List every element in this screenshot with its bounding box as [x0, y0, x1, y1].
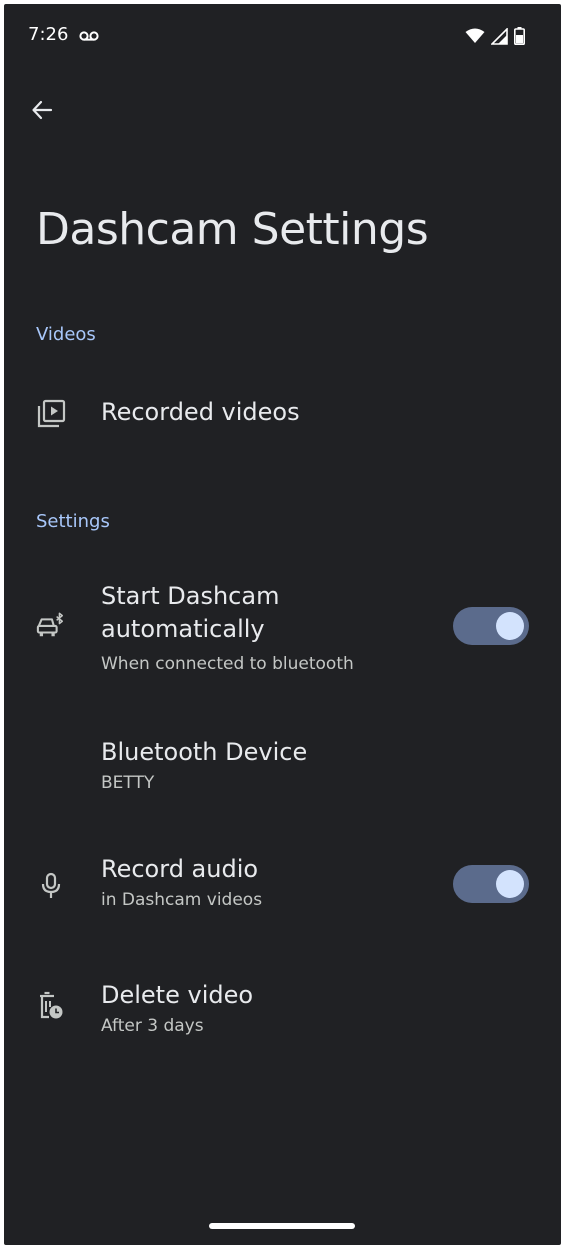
cell-signal-icon	[491, 27, 508, 45]
status-bar: 7:26	[4, 4, 561, 68]
voicemail-icon	[79, 31, 99, 41]
recorded-videos-item[interactable]: Recorded videos	[4, 382, 561, 446]
start-dashcam-subtitle: When connected to bluetooth	[101, 654, 354, 674]
start-dashcam-automatically-item[interactable]: Start Dashcam automatically When connect…	[4, 575, 561, 675]
screen: 7:26 Dashcam Settings Videos Recorded vi…	[4, 4, 561, 1245]
bluetooth-device-item[interactable]: Bluetooth Device BETTY	[4, 732, 561, 804]
microphone-icon	[36, 871, 66, 901]
bluetooth-device-label: Bluetooth Device	[101, 738, 308, 766]
page-title: Dashcam Settings	[36, 204, 429, 255]
status-time: 7:26	[28, 24, 69, 45]
delete-clock-icon	[36, 991, 66, 1021]
delete-video-label: Delete video	[101, 981, 254, 1009]
home-indicator[interactable]	[209, 1223, 355, 1229]
delete-video-subtitle: After 3 days	[101, 1016, 204, 1036]
battery-icon	[514, 27, 525, 45]
start-dashcam-label-line2: automatically	[101, 615, 265, 643]
video-library-icon	[36, 399, 66, 429]
toggle-knob	[496, 612, 524, 640]
toggle-knob	[496, 870, 524, 898]
status-icons	[465, 26, 525, 46]
start-dashcam-toggle[interactable]	[453, 607, 529, 645]
delete-video-item[interactable]: Delete video After 3 days	[4, 975, 561, 1047]
recorded-videos-label: Recorded videos	[101, 398, 300, 426]
record-audio-subtitle: in Dashcam videos	[101, 890, 263, 910]
back-button[interactable]	[26, 94, 58, 126]
record-audio-label: Record audio	[101, 855, 259, 883]
bluetooth-device-value: BETTY	[101, 773, 155, 793]
wifi-icon	[465, 28, 485, 43]
start-dashcam-label-line1: Start Dashcam	[101, 582, 280, 610]
arrow-back-icon	[32, 100, 53, 120]
record-audio-item[interactable]: Record audio in Dashcam videos	[4, 849, 561, 921]
section-header-videos: Videos	[36, 324, 96, 345]
car-bluetooth-icon	[36, 610, 66, 640]
record-audio-toggle[interactable]	[453, 865, 529, 903]
section-header-settings: Settings	[36, 511, 110, 532]
